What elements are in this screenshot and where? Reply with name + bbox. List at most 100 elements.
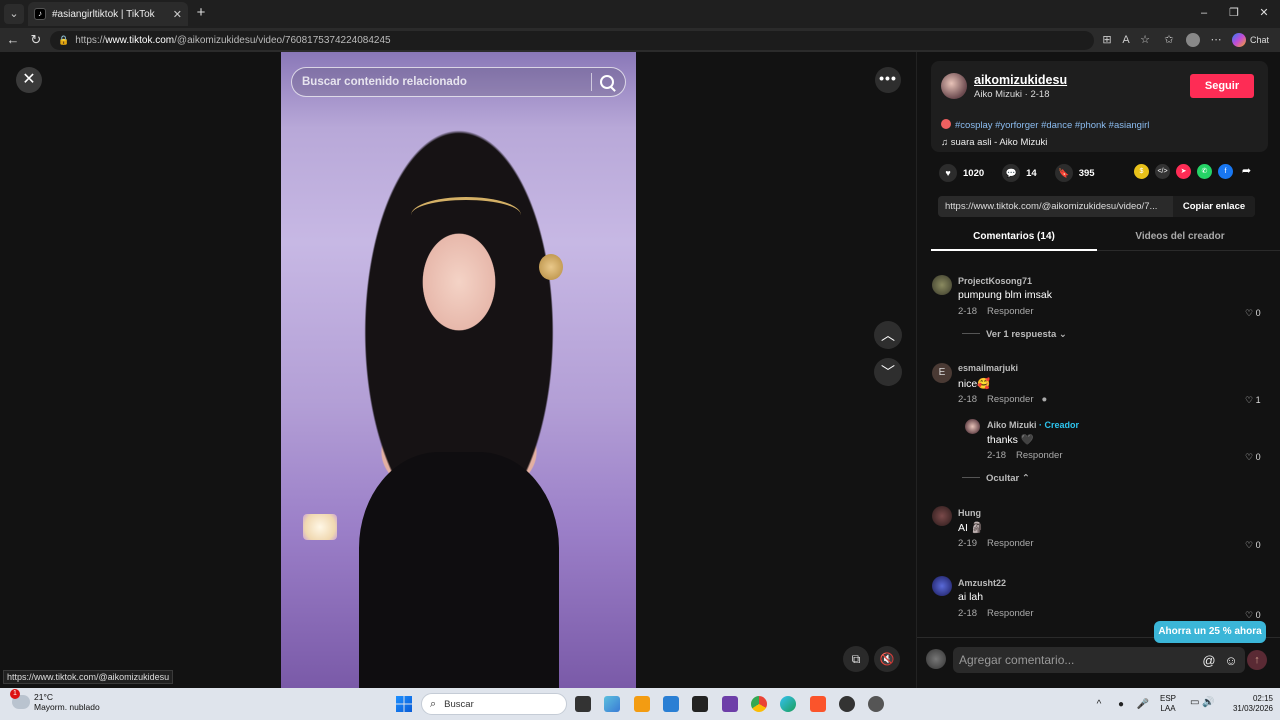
like-icon[interactable]: ♥ — [939, 164, 957, 182]
comment-like[interactable]: ♡ 0 — [1245, 540, 1261, 551]
view-replies-button[interactable]: Ver 1 respuesta ⌄ — [962, 329, 1067, 340]
video-player[interactable] — [281, 52, 636, 688]
music-title[interactable]: suara asli - Aiko Mizuki — [951, 137, 1048, 148]
creator-avatar[interactable] — [941, 73, 967, 99]
comment-icon[interactable]: 💬 — [1002, 164, 1021, 182]
comment-avatar[interactable] — [932, 275, 952, 295]
share-arrow-icon[interactable]: ➦ — [1239, 164, 1254, 179]
comment-like-count: 0 — [1255, 610, 1261, 620]
favorite-star-icon[interactable]: ☆ — [1138, 33, 1152, 47]
hashtags-text[interactable]: #cosplay #yorforger #dance #phonk #asian… — [955, 120, 1149, 131]
address-bar[interactable]: 🔒 https://www.tiktok.com/@aikomizukidesu… — [50, 31, 1094, 50]
search-icon[interactable] — [600, 75, 614, 89]
post-music[interactable]: ♫ suara asli - Aiko Mizuki — [941, 137, 1047, 148]
copy-link-button[interactable]: Copiar enlace — [1173, 196, 1255, 217]
overwatch-icon[interactable] — [868, 696, 884, 712]
chrome-icon[interactable] — [751, 696, 767, 712]
follow-button[interactable]: Seguir — [1190, 74, 1254, 98]
whatsapp-icon[interactable]: ✆ — [1197, 164, 1212, 179]
comment-username[interactable]: Amzusht22 — [958, 578, 1006, 588]
reply-button[interactable]: Responder — [987, 394, 1033, 405]
next-video-button[interactable]: ﹀ — [874, 358, 902, 386]
hide-replies-button[interactable]: Ocultar ⌃ — [962, 473, 1030, 484]
url-prefix: https:// — [75, 35, 106, 46]
share-link-url[interactable]: https://www.tiktok.com/@aikomizukidesu/v… — [938, 201, 1173, 212]
comment-avatar[interactable] — [932, 576, 952, 596]
post-comment-button[interactable]: ↑ — [1247, 650, 1267, 670]
translate-icon[interactable]: A — [1119, 33, 1133, 47]
comment-username[interactable]: ProjectKosong71 — [958, 276, 1032, 286]
vscode-icon[interactable] — [663, 696, 679, 712]
reply-button[interactable]: Responder — [987, 306, 1033, 317]
start-windows-icon[interactable] — [396, 696, 412, 712]
tray-app-icon[interactable]: ● — [1114, 699, 1128, 710]
comment-like[interactable]: ♡ 1 — [1245, 395, 1261, 406]
weather-widget[interactable]: 1 21°C Mayorm. nublado — [10, 689, 100, 712]
mention-icon[interactable]: @ — [1201, 653, 1217, 668]
comment-like[interactable]: ♡ 0 — [1245, 308, 1261, 319]
reply-username[interactable]: Aiko Mizuki · Creador — [987, 420, 1079, 430]
clock[interactable]: 02:15 31/03/2026 — [1225, 694, 1273, 714]
comment-like[interactable]: ♡ 0 — [1245, 610, 1261, 621]
mute-icon[interactable]: 🔇 — [874, 646, 900, 672]
heart-outline-icon: ♡ — [1245, 395, 1254, 405]
emoji-picker-icon[interactable]: ☺ — [1223, 653, 1239, 668]
copilot-chat-button[interactable]: Chat — [1232, 32, 1269, 48]
refresh-icon[interactable]: ↻ — [27, 31, 45, 49]
taskbar-search[interactable]: ⌕ Buscar — [421, 693, 567, 715]
embed-icon[interactable]: </> — [1155, 164, 1170, 179]
terminal-icon[interactable] — [692, 696, 708, 712]
task-view-icon[interactable] — [575, 696, 591, 712]
reply-avatar[interactable] — [965, 419, 980, 434]
post-hashtags[interactable]: #cosplay #yorforger #dance #phonk #asian… — [941, 119, 1149, 131]
coin-share-icon[interactable]: $ — [1134, 164, 1149, 179]
comment-like-count: 0 — [1255, 308, 1261, 318]
new-tab-button[interactable]: + — [192, 4, 210, 22]
more-menu-icon[interactable]: ⋯ — [1209, 33, 1223, 47]
pip-icon[interactable]: ⧉ — [843, 646, 869, 672]
promo-badge[interactable]: Ahorra un 25 % ahora — [1154, 621, 1266, 643]
facebook-icon[interactable]: f — [1218, 164, 1233, 179]
clock-date: 31/03/2026 — [1232, 704, 1273, 713]
file-app-icon[interactable] — [634, 696, 650, 712]
comment-username[interactable]: esmailmarjuki — [958, 363, 1018, 373]
edge-icon[interactable] — [780, 696, 796, 712]
creator-username[interactable]: aikomizukidesu — [974, 73, 1067, 87]
restore-icon[interactable]: ❐ — [1222, 4, 1246, 22]
tab-creator-videos[interactable]: Videos del creador — [1097, 226, 1263, 251]
previous-video-button[interactable]: ︿ — [874, 321, 902, 349]
minimize-icon[interactable]: – — [1192, 4, 1216, 22]
microphone-icon[interactable]: 🎤 — [1136, 699, 1150, 710]
comment-input[interactable]: Agregar comentario... @ ☺ — [953, 647, 1245, 673]
favorites-icon[interactable]: ✩ — [1162, 33, 1176, 47]
app-icon[interactable] — [839, 696, 855, 712]
window-close-icon[interactable]: ✕ — [1252, 4, 1276, 22]
browser-tab[interactable]: ♪ #asiangirltiktok | TikTok ✕ — [28, 2, 188, 26]
more-options-button[interactable]: ••• — [875, 67, 901, 93]
language-indicator[interactable]: ESP LAA — [1160, 694, 1176, 714]
send-friends-icon[interactable]: ➤ — [1176, 164, 1191, 179]
visual-studio-icon[interactable] — [722, 696, 738, 712]
reply-button[interactable]: Responder — [987, 608, 1033, 619]
reply-button[interactable]: Responder — [987, 538, 1033, 549]
comment-avatar[interactable] — [932, 506, 952, 526]
network-volume-icon[interactable]: ▭ 🔊 — [1190, 697, 1216, 711]
widgets-app-icon[interactable] — [604, 696, 620, 712]
chevron-up-icon[interactable]: ^ — [1092, 699, 1106, 710]
tab-comments[interactable]: Comentarios (14) — [931, 226, 1097, 251]
brave-icon[interactable] — [810, 696, 826, 712]
close-video-button[interactable]: ✕ — [16, 67, 42, 93]
reply-user[interactable]: Aiko Mizuki — [987, 420, 1037, 430]
related-search-bar[interactable]: Buscar contenido relacionado — [291, 67, 626, 97]
reply-button[interactable]: Responder — [1016, 450, 1062, 461]
tab-actions-icon[interactable]: ⌄ — [4, 4, 24, 24]
reply-like[interactable]: ♡ 0 — [1245, 452, 1261, 463]
comment-username[interactable]: Hung — [958, 508, 981, 518]
bookmark-icon[interactable]: 🔖 — [1054, 164, 1073, 182]
apps-icon[interactable]: ⊞ — [1100, 33, 1114, 47]
comment-avatar[interactable]: E — [932, 363, 952, 383]
close-tab-icon[interactable]: ✕ — [173, 8, 182, 21]
profile-avatar[interactable] — [1186, 33, 1200, 47]
back-icon[interactable]: ← — [4, 31, 22, 49]
share-link-row: https://www.tiktok.com/@aikomizukidesu/v… — [938, 196, 1255, 217]
